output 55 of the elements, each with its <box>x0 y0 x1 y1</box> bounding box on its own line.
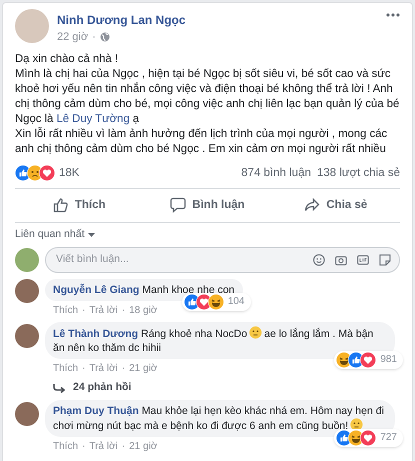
share-count[interactable]: 138 lượt chia sẻ <box>316 164 400 182</box>
comment-time: 21 giờ <box>129 362 158 376</box>
emoji-icon <box>249 326 262 339</box>
gif-icon[interactable] <box>357 254 369 266</box>
comment-button[interactable]: Bình luận <box>143 192 272 218</box>
sort-dropdown[interactable]: Liên quan nhất <box>15 227 96 243</box>
sticker-icon[interactable] <box>379 254 391 266</box>
avatar[interactable] <box>15 278 39 303</box>
share-button[interactable]: Chia sẻ <box>272 192 400 218</box>
separator-dot: · <box>122 304 126 318</box>
comment-time: 21 giờ <box>129 440 158 454</box>
like-button[interactable]: Thích <box>15 192 144 218</box>
post-time[interactable]: 22 giờ <box>57 29 88 46</box>
author-name[interactable]: Ninh Dương Lan Ngọc <box>57 11 378 29</box>
smiley-icon[interactable] <box>313 254 325 266</box>
avatar[interactable] <box>15 402 39 426</box>
replies-link[interactable]: 24 phản hồi <box>73 380 132 396</box>
separator-dot: · <box>82 304 86 318</box>
emoji-icon <box>350 418 364 430</box>
like-link[interactable]: Thích <box>53 438 78 454</box>
separator-dot: · <box>122 440 126 454</box>
speech-bubble-icon <box>170 197 186 214</box>
reply-arrow-icon <box>53 382 65 393</box>
love-reaction-icon <box>39 165 55 182</box>
reply-link[interactable]: Trả lời <box>89 438 118 454</box>
reply-link[interactable]: Trả lời <box>89 302 118 318</box>
post-text: Mình là chị hai của Ngọc , hiện tại bé Ngọc bị sốt siêu vi, bé sốt cao và sức khoẻ hơi yếu nên tin nhắn công việc và điện thoại bé không thể trả lời ! Anh chị thông cảm dùm cho bé, mọi công việc anh chị liên lạc bạn quản lý của bé Ngọc là Lê Duy Tường ạ <box>15 66 400 126</box>
reaction-count[interactable]: 18K <box>59 164 80 182</box>
reaction-summary[interactable]: 981 <box>334 350 403 369</box>
comment-count[interactable]: 874 bình luận <box>241 164 311 182</box>
like-link[interactable]: Thích <box>53 360 78 376</box>
like-link[interactable]: Thích <box>53 302 78 318</box>
reaction-summary[interactable]: 104 <box>182 292 250 311</box>
link[interactable]: Lê Duy Tường <box>56 112 130 124</box>
separator-dot: · <box>82 362 86 376</box>
thumbs-up-icon <box>52 197 69 214</box>
globe-icon <box>100 32 110 42</box>
reply-link[interactable]: Trả lời <box>89 360 118 376</box>
share-arrow-icon <box>304 197 320 214</box>
avatar[interactable] <box>15 324 39 348</box>
separator-dot: · <box>82 440 86 454</box>
more-options-icon[interactable] <box>386 13 400 17</box>
reaction-summary[interactable]: 727 <box>334 428 403 446</box>
separator-dot: · <box>92 30 96 45</box>
haha-reaction-icon <box>208 294 224 310</box>
comment-input[interactable]: Viết bình luận... <box>56 252 313 268</box>
post-text: Dạ xin chào cả nhà ! <box>15 52 119 66</box>
post-text: Xin lỗi rất nhiều vì làm ảnh hưởng đến lịch trình của mọi người , mong các anh chị thông cảm dùm cho bé Ngọc . Em xin cảm ơn mọi người rất nhiều <box>15 126 388 156</box>
separator-dot: · <box>122 362 126 376</box>
comment-field[interactable]: Viết bình luận... <box>45 246 400 273</box>
camera-icon[interactable] <box>335 254 347 266</box>
caret-icon <box>88 232 96 237</box>
comment-time: 18 giờ <box>129 304 158 318</box>
love-reaction-icon <box>360 352 376 368</box>
love-reaction-icon <box>360 430 376 446</box>
